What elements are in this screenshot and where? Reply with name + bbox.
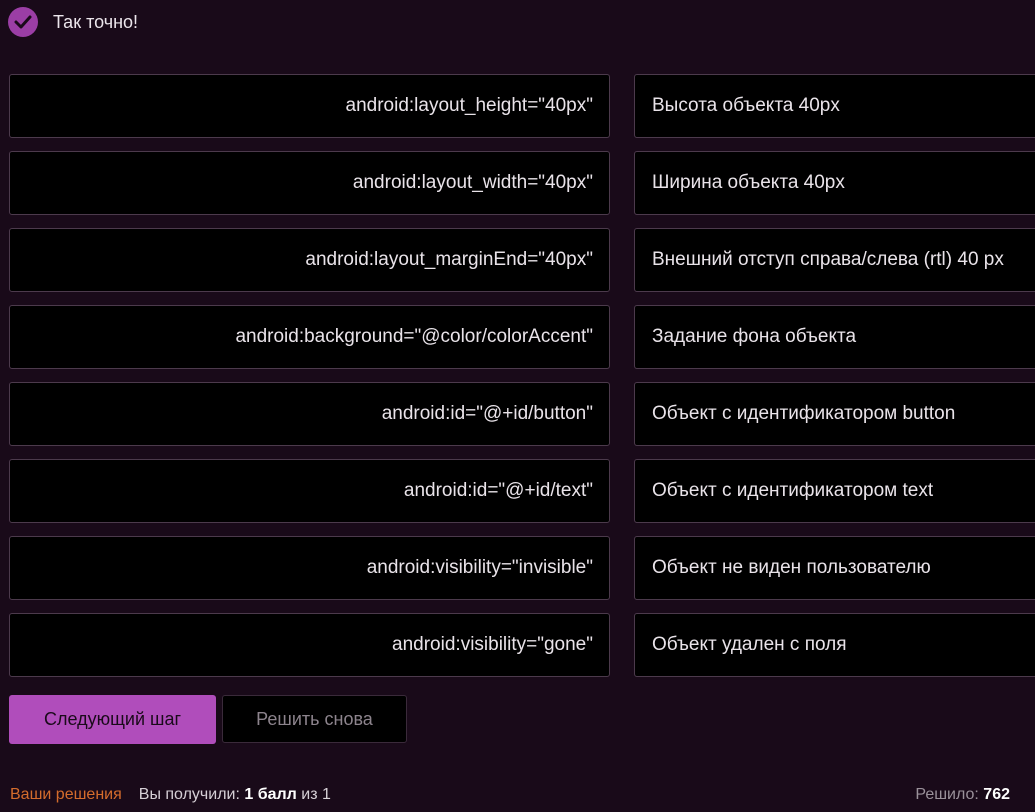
code-cell[interactable]: android:id="@+id/button": [9, 382, 610, 446]
code-text: android:visibility="gone": [392, 634, 593, 655]
code-cell[interactable]: android:layout_height="40px": [9, 74, 610, 138]
pair-row: android:layout_marginEnd="40px" Внешний …: [9, 228, 1035, 292]
feedback-message: Так точно!: [8, 7, 138, 37]
check-circle-icon: [8, 7, 38, 37]
code-cell[interactable]: android:layout_width="40px": [9, 151, 610, 215]
code-cell[interactable]: android:background="@color/colorAccent": [9, 305, 610, 369]
code-cell[interactable]: android:layout_marginEnd="40px": [9, 228, 610, 292]
footer: Ваши решения Вы получили: 1 балл из 1 Ре…: [10, 784, 1010, 806]
score-suffix: из 1: [296, 786, 331, 803]
description-text: Задание фона объекта: [652, 326, 857, 347]
pair-row: android:visibility="gone" Объект удален …: [9, 613, 1035, 677]
description-cell[interactable]: Объект с идентификатором text: [634, 459, 1035, 523]
solved-label: Решило:: [915, 786, 984, 803]
code-cell[interactable]: android:id="@+id/text": [9, 459, 610, 523]
score-prefix: Вы получили:: [138, 786, 245, 803]
solved-count: Решило: 762: [915, 786, 1010, 804]
pair-row: android:visibility="invisible" Объект не…: [9, 536, 1035, 600]
code-text: android:background="@color/colorAccent": [235, 326, 593, 347]
feedback-text: Так точно!: [53, 11, 139, 32]
pair-row: android:layout_width="40px" Ширина объек…: [9, 151, 1035, 215]
solved-number: 762: [983, 786, 1010, 803]
pair-row: android:id="@+id/button" Объект с иденти…: [9, 382, 1035, 446]
code-cell[interactable]: android:visibility="gone": [9, 613, 610, 677]
pair-row: android:id="@+id/text" Объект с идентифи…: [9, 459, 1035, 523]
score-text: Вы получили: 1 балл из 1: [139, 786, 331, 804]
pair-row: android:background="@color/colorAccent" …: [9, 305, 1035, 369]
solve-again-button[interactable]: Решить снова: [222, 695, 407, 743]
description-cell[interactable]: Внешний отступ справа/слева (rtl) 40 px: [634, 228, 1035, 292]
description-text: Высота объекта 40px: [652, 95, 840, 116]
next-step-button[interactable]: Следующий шаг: [9, 695, 216, 744]
description-cell[interactable]: Высота объекта 40px: [634, 74, 1035, 138]
action-buttons: Следующий шаг Решить снова: [9, 695, 407, 744]
description-cell[interactable]: Объект удален с поля: [634, 613, 1035, 677]
description-text: Объект удален с поля: [652, 634, 847, 655]
code-text: android:layout_marginEnd="40px": [305, 249, 593, 270]
description-cell[interactable]: Ширина объекта 40px: [634, 151, 1035, 215]
code-cell[interactable]: android:visibility="invisible": [9, 536, 610, 600]
code-text: android:id="@+id/text": [403, 480, 593, 501]
description-text: Объект с идентификатором button: [652, 403, 956, 424]
description-cell[interactable]: Задание фона объекта: [634, 305, 1035, 369]
code-text: android:layout_height="40px": [345, 95, 593, 116]
description-cell[interactable]: Объект не виден пользователю: [634, 536, 1035, 600]
code-text: android:visibility="invisible": [366, 557, 593, 578]
score-value: 1 балл: [244, 786, 297, 803]
description-cell[interactable]: Объект с идентификатором button: [634, 382, 1035, 446]
description-text: Объект с идентификатором text: [652, 480, 934, 501]
code-text: android:layout_width="40px": [352, 172, 593, 193]
description-text: Внешний отступ справа/слева (rtl) 40 px: [652, 249, 1004, 270]
pair-row: android:layout_height="40px" Высота объе…: [9, 74, 1035, 138]
code-text: android:id="@+id/button": [381, 403, 593, 424]
matching-pairs: android:layout_height="40px" Высота объе…: [9, 74, 1035, 677]
description-text: Объект не виден пользователю: [652, 557, 931, 578]
your-solutions-link[interactable]: Ваши решения: [10, 786, 122, 804]
description-text: Ширина объекта 40px: [652, 172, 845, 193]
